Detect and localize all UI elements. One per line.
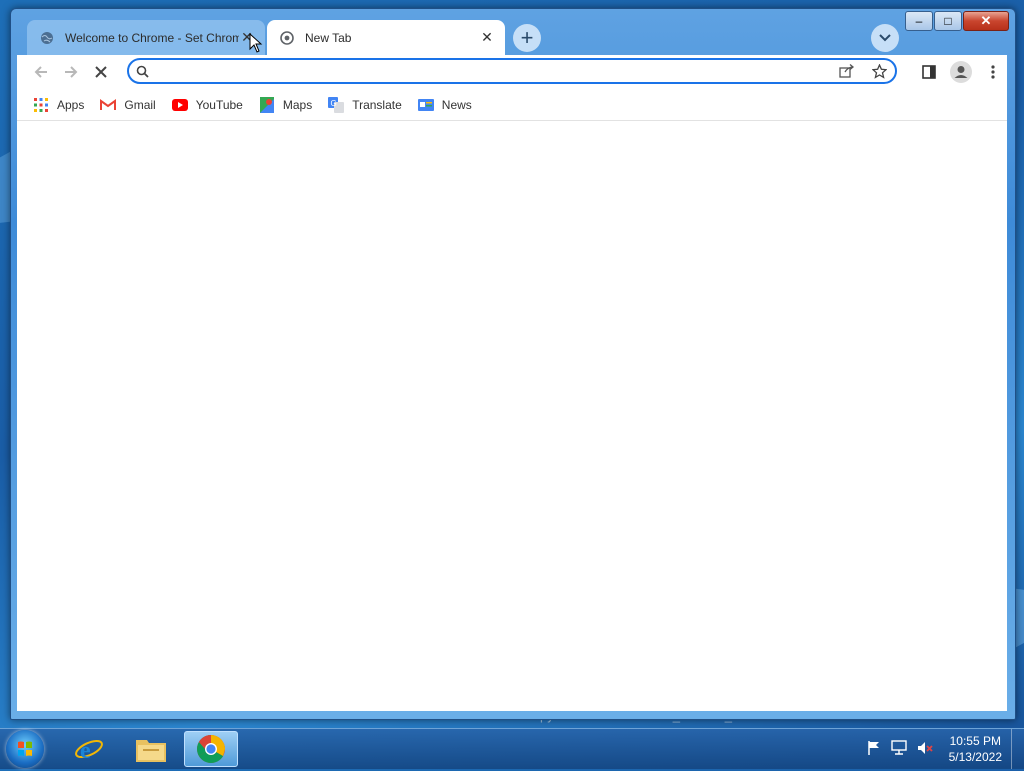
news-icon (417, 97, 434, 113)
taskbar: e 10:55 PM 5/13/2022 (0, 728, 1024, 769)
tab-welcome[interactable]: Welcome to Chrome - Set Chrome ✕ (27, 20, 265, 55)
profile-button[interactable] (947, 58, 975, 86)
close-tab-icon[interactable]: ✕ (239, 29, 255, 46)
gmail-icon (100, 97, 117, 113)
bookmark-translate[interactable]: G Translate (328, 96, 402, 113)
address-bar[interactable] (127, 58, 897, 84)
clock-time: 10:55 PM (949, 734, 1001, 748)
kebab-menu-icon (991, 65, 995, 79)
avatar-icon (950, 61, 972, 83)
browser-toolbar (17, 55, 1007, 89)
menu-button[interactable] (979, 58, 1007, 86)
translate-icon: G (328, 96, 345, 113)
maximize-button[interactable]: □ (934, 11, 962, 31)
stop-icon (95, 66, 107, 78)
taskbar-internet-explorer[interactable]: e (62, 731, 116, 767)
tab-new-tab[interactable]: New Tab ✕ (267, 20, 505, 55)
page-content (17, 121, 1007, 711)
bookmark-news[interactable]: News (417, 97, 472, 113)
chrome-window: Welcome to Chrome - Set Chrome ✕ New Tab… (10, 8, 1016, 720)
side-panel-button[interactable] (915, 58, 943, 86)
chrome-icon (197, 735, 225, 763)
chrome-newtab-icon (279, 30, 295, 46)
show-desktop-button[interactable] (1011, 729, 1024, 769)
action-center-flag-icon[interactable] (866, 740, 882, 759)
volume-muted-icon[interactable] (916, 740, 934, 759)
share-icon[interactable] (831, 64, 863, 78)
bookmark-youtube[interactable]: YouTube (171, 97, 243, 113)
side-panel-icon (922, 65, 936, 79)
taskbar-file-explorer[interactable] (124, 731, 178, 767)
svg-text:G: G (331, 99, 337, 108)
bookmark-label: YouTube (195, 97, 243, 112)
chevron-down-icon (879, 34, 891, 42)
bookmark-gmail[interactable]: Gmail (100, 97, 156, 113)
bookmark-maps[interactable]: Maps (259, 96, 313, 113)
close-tab-icon[interactable]: ✕ (479, 29, 495, 46)
youtube-icon (171, 97, 188, 113)
apps-grid-icon (33, 97, 49, 113)
stop-button[interactable] (87, 58, 115, 86)
new-tab-button[interactable]: + (513, 24, 541, 52)
network-icon[interactable] (890, 739, 908, 759)
taskbar-clock[interactable]: 10:55 PM 5/13/2022 (949, 733, 1002, 765)
maps-icon (259, 96, 275, 113)
close-window-button[interactable]: ✕ (963, 11, 1009, 31)
tab-strip: Welcome to Chrome - Set Chrome ✕ New Tab… (11, 9, 1015, 55)
back-button[interactable] (27, 58, 55, 86)
back-arrow-icon (34, 66, 47, 78)
system-tray (860, 729, 934, 769)
globe-icon (39, 30, 55, 46)
tab-title: New Tab (305, 30, 352, 45)
windows-logo-icon (18, 741, 32, 756)
bookmark-label: Gmail (124, 97, 156, 112)
bookmark-label: Translate (352, 97, 402, 112)
search-icon (129, 65, 155, 78)
file-explorer-icon (136, 740, 166, 762)
internet-explorer-icon: e (75, 738, 103, 764)
window-caption-buttons: – □ ✕ (904, 11, 1009, 31)
minimize-button[interactable]: – (905, 11, 933, 31)
tab-title: Welcome to Chrome - Set Chrome (65, 30, 239, 45)
address-input[interactable] (155, 60, 831, 82)
tab-search-button[interactable] (871, 24, 899, 52)
bookmark-label: Apps (57, 97, 85, 112)
forward-button[interactable] (57, 58, 85, 86)
bookmark-apps[interactable]: Apps (33, 97, 84, 113)
svg-text:e: e (80, 738, 91, 764)
forward-arrow-icon (65, 66, 78, 78)
bookmark-star-icon[interactable] (863, 63, 895, 79)
bookmark-label: News (441, 97, 472, 112)
clock-date: 5/13/2022 (948, 750, 1002, 764)
start-button[interactable] (6, 730, 44, 768)
bookmark-label: Maps (282, 97, 313, 112)
bookmarks-bar: Apps Gmail YouTube Maps G Translate News (17, 89, 1007, 121)
taskbar-chrome[interactable] (184, 731, 238, 767)
